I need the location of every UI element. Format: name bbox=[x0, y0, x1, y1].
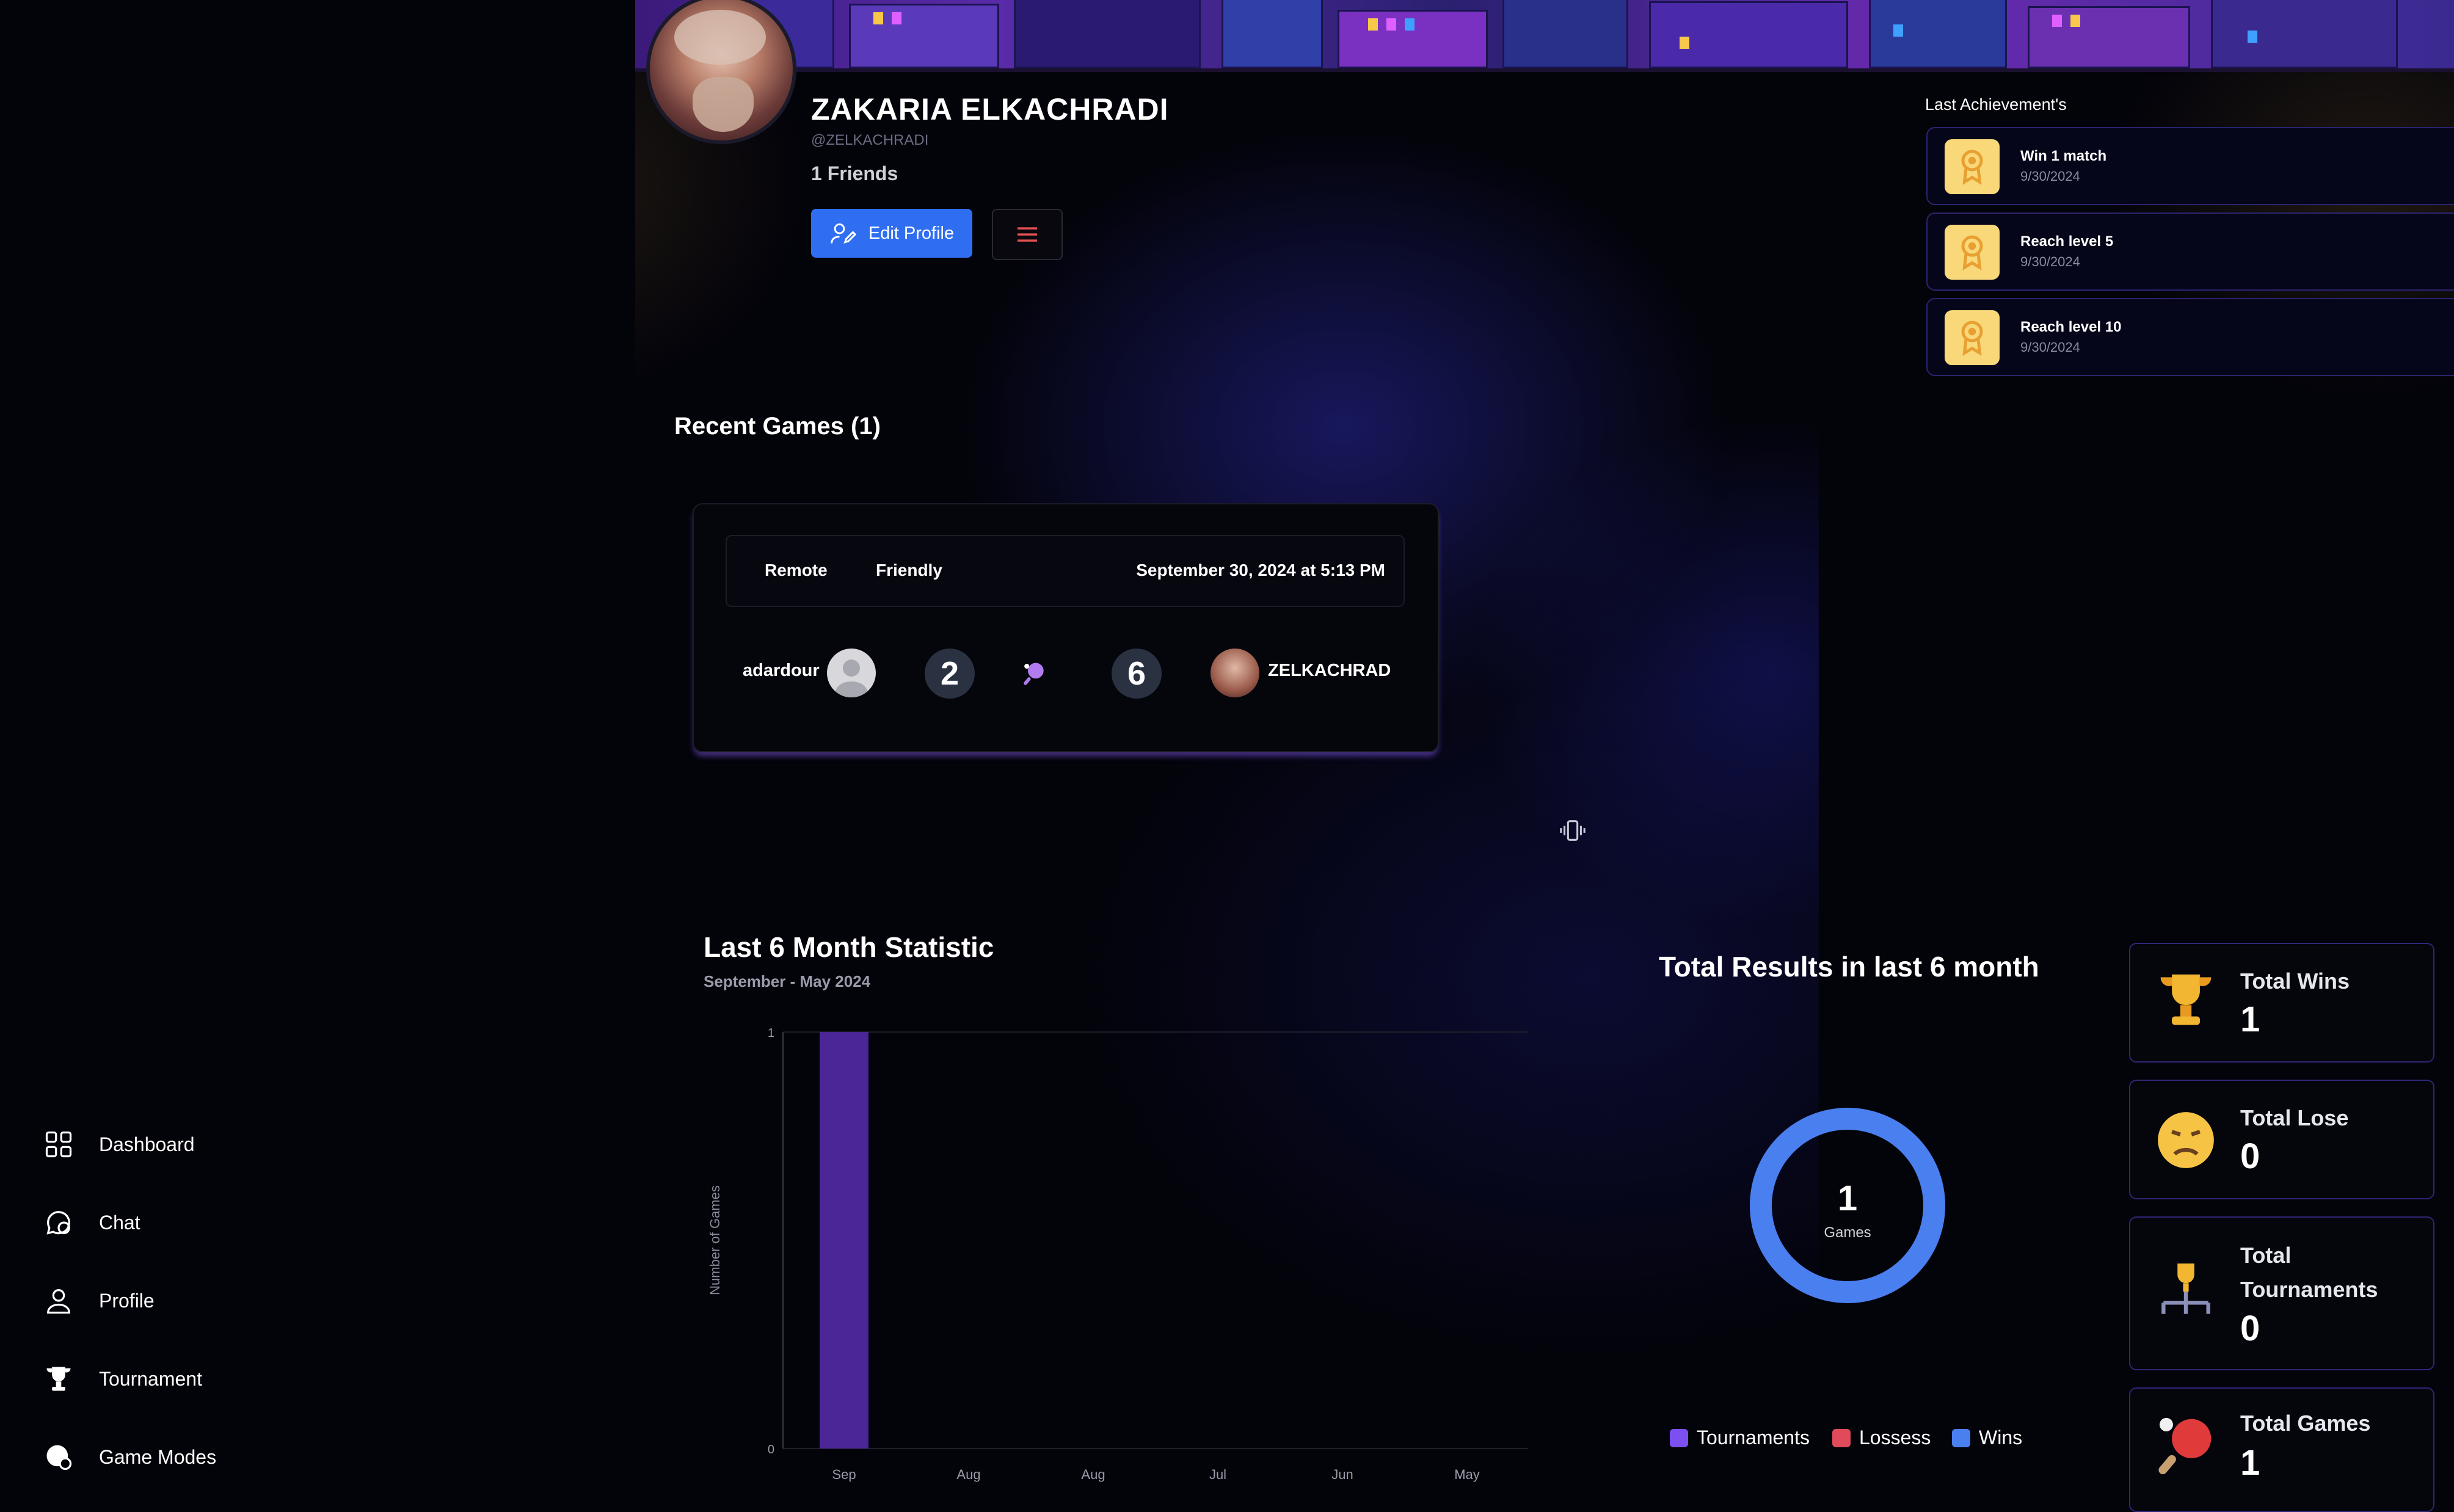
legend-label: Tournaments bbox=[1697, 1427, 1810, 1448]
total-games-card: Total Games 1 bbox=[2129, 1387, 2434, 1512]
results-donut-chart: 1 Games bbox=[1750, 1108, 1945, 1303]
total-tournaments-value: 0 bbox=[2240, 1309, 2260, 1348]
sidebar-item-label: Game Modes bbox=[99, 1445, 217, 1468]
tournament-bracket-icon bbox=[2161, 1263, 2210, 1314]
profile-icon bbox=[47, 1289, 70, 1314]
sidebar-item-label: Dashboard bbox=[99, 1133, 195, 1155]
profile-name: ZAKARIA ELKACHRADI bbox=[811, 92, 1169, 126]
x-tick-label: Jul bbox=[1209, 1467, 1226, 1482]
y-tick-label: 0 bbox=[768, 1443, 774, 1456]
total-lose-label: Total Lose bbox=[2240, 1105, 2349, 1130]
player-one-avatar bbox=[827, 649, 876, 697]
recent-games-title: Recent Games (1) bbox=[674, 413, 881, 440]
sidebar-item-label: Chat bbox=[99, 1211, 140, 1234]
player-one-name: adardour bbox=[743, 661, 820, 680]
achievement-name: Win 1 match bbox=[2020, 148, 2107, 164]
achievement-card: Win 1 match 9/30/2024 bbox=[1926, 127, 2454, 205]
x-tick-label: Aug bbox=[956, 1467, 980, 1482]
edit-user-icon bbox=[831, 223, 856, 244]
achievement-date: 9/30/2024 bbox=[2020, 254, 2080, 269]
game-card[interactable]: Remote Friendly September 30, 2024 at 5:… bbox=[693, 503, 1439, 752]
x-tick-label: Aug bbox=[1081, 1467, 1105, 1482]
sidebar-item-game-modes[interactable]: Game Modes bbox=[43, 1418, 216, 1496]
legend-label: Lossess bbox=[1859, 1427, 1931, 1448]
game-header: Remote Friendly September 30, 2024 at 5:… bbox=[726, 535, 1405, 607]
dashboard-icon bbox=[45, 1131, 72, 1158]
friends-count[interactable]: 1 Friends bbox=[811, 162, 898, 185]
edit-profile-label: Edit Profile bbox=[868, 223, 955, 243]
profile-avatar bbox=[646, 0, 796, 144]
achievements-title: Last Achievement's bbox=[1925, 95, 2067, 114]
trophy-icon bbox=[46, 1367, 71, 1391]
chart-bar bbox=[820, 1032, 868, 1448]
game-type: Friendly bbox=[876, 561, 942, 580]
edit-profile-button[interactable]: Edit Profile bbox=[811, 209, 972, 258]
sad-face-icon bbox=[2158, 1112, 2214, 1168]
sidebar-item-label: Profile bbox=[99, 1289, 155, 1312]
statistic-bar-chart: 0 1 Number of Games Sep Aug Aug Jul Jun May bbox=[707, 1027, 1528, 1482]
legend-tournaments[interactable]: Tournaments bbox=[1670, 1427, 1810, 1449]
vibrate-icon bbox=[1560, 820, 1586, 841]
total-games-value: 1 bbox=[2240, 1443, 2260, 1483]
total-lose-card: Total Lose 0 bbox=[2129, 1080, 2434, 1199]
x-tick-label: Sep bbox=[832, 1467, 856, 1482]
legend-wins[interactable]: Wins bbox=[1952, 1427, 2022, 1449]
hamburger-icon bbox=[1018, 227, 1037, 242]
y-tick-label: 1 bbox=[768, 1027, 774, 1040]
achievement-name: Reach level 10 bbox=[2020, 319, 2122, 335]
medal-icon bbox=[1945, 139, 2000, 194]
total-wins-card: Total Wins 1 bbox=[2129, 943, 2434, 1063]
player-two-score: 6 bbox=[1112, 649, 1162, 699]
game-modes-icon bbox=[46, 1445, 72, 1470]
statistic-title: Last 6 Month Statistic bbox=[704, 931, 994, 963]
total-wins-label: Total Wins bbox=[2240, 969, 2350, 994]
sidebar-item-dashboard[interactable]: Dashboard bbox=[43, 1105, 216, 1183]
player-one-score: 2 bbox=[925, 649, 975, 699]
sidebar-item-chat[interactable]: Chat bbox=[43, 1183, 216, 1262]
donut-total-label: Games bbox=[1824, 1224, 1871, 1241]
sidebar-item-profile[interactable]: Profile bbox=[43, 1262, 216, 1340]
sidebar-item-label: Tournament bbox=[99, 1367, 202, 1390]
profile-menu-button[interactable] bbox=[992, 209, 1063, 260]
sidebar-nav: Dashboard Chat Profile Tournament Game M… bbox=[43, 1105, 216, 1496]
achievement-date: 9/30/2024 bbox=[2020, 340, 2080, 355]
ping-pong-icon bbox=[1024, 663, 1044, 685]
legend-label: Wins bbox=[1979, 1427, 2023, 1448]
legend-losses[interactable]: Lossess bbox=[1832, 1427, 1931, 1449]
game-date: September 30, 2024 at 5:13 PM bbox=[1136, 561, 1385, 580]
total-lose-value: 0 bbox=[2240, 1136, 2260, 1176]
profile-handle: @ZELKACHRADI bbox=[811, 132, 929, 148]
total-wins-value: 1 bbox=[2240, 1000, 2260, 1039]
profile-banner bbox=[635, 0, 2454, 72]
player-two-name: ZELKACHRAD bbox=[1268, 661, 1391, 680]
achievement-card: Reach level 5 9/30/2024 bbox=[1926, 213, 2454, 291]
player-two-avatar bbox=[1211, 649, 1259, 697]
total-tournaments-label: Total Tournaments bbox=[2240, 1243, 2378, 1302]
medal-icon bbox=[1945, 225, 2000, 280]
sidebar-item-tournament[interactable]: Tournament bbox=[43, 1340, 216, 1418]
medal-icon bbox=[1945, 310, 2000, 365]
chat-icon bbox=[46, 1211, 70, 1235]
game-mode: Remote bbox=[765, 561, 828, 580]
total-games-label: Total Games bbox=[2240, 1411, 2371, 1436]
donut-total: 1 bbox=[1838, 1179, 1857, 1218]
achievement-card: Reach level 10 9/30/2024 bbox=[1926, 298, 2454, 376]
statistic-subtitle: September - May 2024 bbox=[704, 972, 871, 990]
x-tick-label: Jun bbox=[1331, 1467, 1353, 1482]
y-axis-label: Number of Games bbox=[707, 1185, 723, 1295]
x-tick-label: May bbox=[1454, 1467, 1480, 1482]
achievement-date: 9/30/2024 bbox=[2020, 169, 2080, 184]
results-title: Total Results in last 6 month bbox=[1659, 951, 2039, 983]
ping-pong-paddle-icon bbox=[2158, 1417, 2212, 1475]
total-tournaments-card: Total Tournaments 0 bbox=[2129, 1216, 2434, 1370]
trophy-icon bbox=[2160, 974, 2212, 1025]
achievement-name: Reach level 5 bbox=[2020, 233, 2114, 250]
